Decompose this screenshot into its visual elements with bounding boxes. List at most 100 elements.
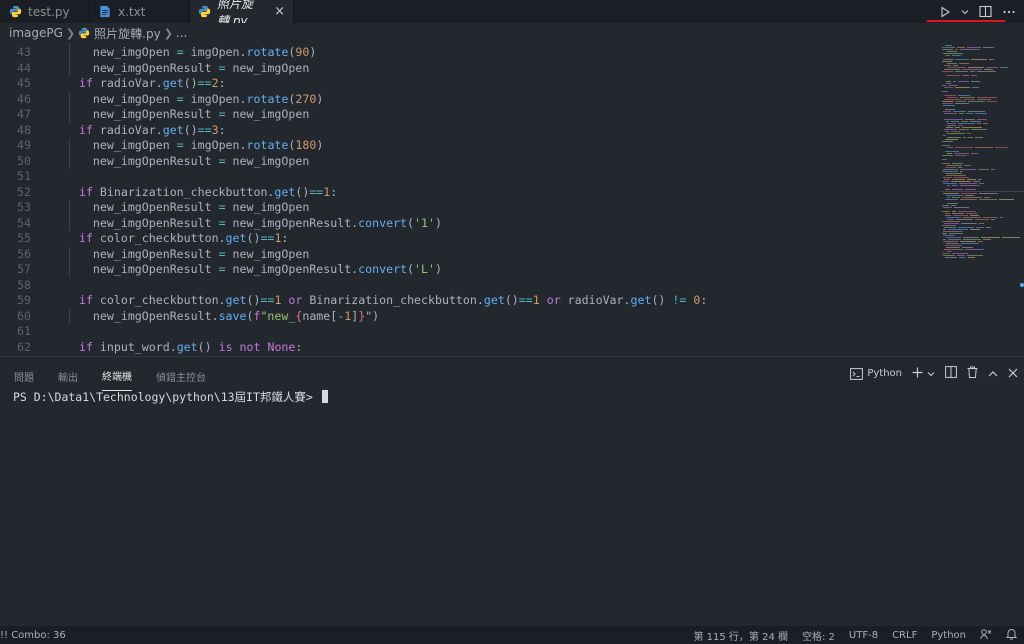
tab-test-py[interactable]: test.py [0, 0, 90, 23]
terminal-shell-selector[interactable]: Python [850, 367, 902, 380]
breadcrumb-more[interactable]: ... [176, 26, 187, 40]
minimap-line [970, 229, 980, 230]
breadcrumb-folder[interactable]: imagePG [9, 26, 63, 40]
code-line[interactable]: 53 new_imgOpenResult = new_imgOpen [0, 200, 940, 216]
breadcrumb-file[interactable]: 照片旋轉.py [94, 25, 161, 42]
minimap-line [946, 75, 960, 76]
minimap[interactable] [940, 43, 1024, 356]
run-python-file-button[interactable] [936, 3, 954, 21]
code-line[interactable]: 51 [0, 169, 940, 185]
maximize-panel-icon[interactable] [988, 367, 998, 381]
tab-output[interactable]: 輸出 [58, 360, 78, 391]
minimap-line [943, 135, 946, 136]
terminal-prompt: PS D:\Data1\Technology\python\13屆IT邦鐵人賽> [13, 390, 320, 404]
minimap-line [979, 193, 998, 194]
code-line[interactable]: 60 new_imgOpenResult.save(f"new_{name[-1… [0, 309, 940, 325]
minimap-line [956, 59, 969, 60]
code-line[interactable]: 58 [0, 278, 940, 294]
minimap-line [947, 133, 965, 134]
minimap-line [952, 163, 963, 164]
code-line[interactable]: 57 new_imgOpenResult = new_imgOpenResult… [0, 262, 940, 278]
indent-guide [69, 138, 70, 169]
indent-guide [69, 200, 70, 231]
code-line[interactable]: 61 [0, 324, 940, 340]
code-line[interactable]: 45 if radioVar.get()==2: [0, 76, 940, 92]
line-number: 53 [17, 200, 31, 214]
minimap-line [944, 249, 963, 250]
code-line[interactable]: 47 new_imgOpenResult = new_imgOpen [0, 107, 940, 123]
minimap-line [946, 121, 949, 122]
notifications-icon[interactable] [999, 628, 1024, 643]
minimap-line [945, 45, 952, 46]
status-combo[interactable]: !! Combo: 36 [0, 630, 66, 641]
status-language[interactable]: Python [924, 630, 973, 641]
code-line[interactable]: 44 new_imgOpenResult = new_imgOpen [0, 61, 940, 77]
minimap-line [945, 189, 950, 190]
tab-x-txt[interactable]: x.txt [90, 0, 190, 23]
code-editor[interactable]: 43 new_imgOpen = imgOpen.rotate(90) 44 ne… [0, 43, 1024, 356]
minimap-line [943, 229, 946, 230]
minimap-line [942, 85, 946, 86]
code-line[interactable]: 43 new_imgOpen = imgOpen.rotate(90) [0, 45, 940, 61]
minimap-line [942, 141, 953, 142]
minimap-line [959, 63, 969, 64]
code-line[interactable]: 46 new_imgOpen = imgOpen.rotate(270) [0, 92, 940, 108]
minimap-line [942, 103, 953, 104]
more-actions-icon[interactable] [1000, 3, 1018, 21]
minimap-line [970, 121, 981, 122]
status-cursor-position[interactable]: 第 115 行，第 24 欄 [686, 628, 795, 643]
minimap-line [947, 197, 950, 198]
status-eol[interactable]: CRLF [885, 630, 924, 641]
trash-icon[interactable] [967, 366, 978, 381]
minimap-line [957, 255, 965, 256]
minimap-line [962, 69, 982, 70]
minimap-line [975, 137, 983, 138]
minimap-line [973, 181, 980, 182]
code-text: new_imgOpen = imgOpen.rotate(180) [65, 138, 324, 152]
minimap-line [968, 257, 975, 258]
close-icon[interactable]: × [274, 4, 285, 19]
status-encoding[interactable]: UTF-8 [842, 630, 885, 641]
minimap-line [960, 171, 963, 172]
minimap-line [979, 183, 984, 184]
minimap-line [958, 95, 970, 96]
line-number: 51 [17, 169, 31, 183]
code-line[interactable]: 56 new_imgOpenResult = new_imgOpen [0, 247, 940, 263]
indent-guide [69, 43, 70, 76]
minimap-line [983, 239, 991, 240]
code-text: if Binarization_checkbutton.get()==1: [65, 184, 338, 199]
split-editor-icon[interactable] [976, 3, 994, 21]
code-line[interactable]: 49 new_imgOpen = imgOpen.rotate(180) [0, 138, 940, 154]
code-line[interactable]: 62 if input_word.get() is not None: [0, 340, 940, 356]
status-indentation[interactable]: 空格: 2 [795, 628, 842, 643]
feedback-icon[interactable] [973, 628, 999, 643]
tab-photo-rotate-py[interactable]: 照片旋轉.py × [190, 0, 294, 28]
code-line[interactable]: 52 if Binarization_checkbutton.get()==1: [0, 185, 940, 201]
split-terminal-icon[interactable] [945, 366, 957, 381]
python-file-icon [78, 27, 90, 39]
code-line[interactable]: 48 if radioVar.get()==3: [0, 123, 940, 139]
tab-debug-console[interactable]: 偵錯主控台 [156, 360, 206, 391]
minimap-line [951, 131, 960, 132]
code-line[interactable]: 59 if color_checkbutton.get()==1 or Bina… [0, 293, 940, 309]
minimap-line [943, 241, 958, 242]
minimap-line [975, 219, 989, 220]
minimap-line [942, 71, 953, 72]
minimap-line [947, 123, 956, 124]
terminal-dropdown-chevron-icon[interactable] [927, 367, 935, 381]
tab-problems[interactable]: 問題 [14, 360, 34, 391]
code-line[interactable]: 54 new_imgOpenResult = new_imgOpenResult… [0, 216, 940, 232]
tab-terminal[interactable]: 終端機 [102, 359, 132, 391]
code-line[interactable]: 50 new_imgOpenResult = new_imgOpen [0, 154, 940, 170]
close-panel-icon[interactable] [1008, 367, 1018, 381]
minimap-line [943, 193, 959, 194]
minimap-line [942, 155, 953, 156]
chevron-right-icon: ❯ [163, 26, 173, 40]
minimap-line [945, 215, 951, 216]
new-terminal-icon[interactable] [912, 367, 923, 381]
terminal-output[interactable]: PS D:\Data1\Technology\python\13屆IT邦鐵人賽> [13, 389, 328, 405]
code-line[interactable]: 55 if color_checkbutton.get()==1: [0, 231, 940, 247]
run-dropdown-chevron-icon[interactable] [960, 3, 970, 21]
minimap-line [965, 195, 974, 196]
minimap-line [942, 163, 950, 164]
